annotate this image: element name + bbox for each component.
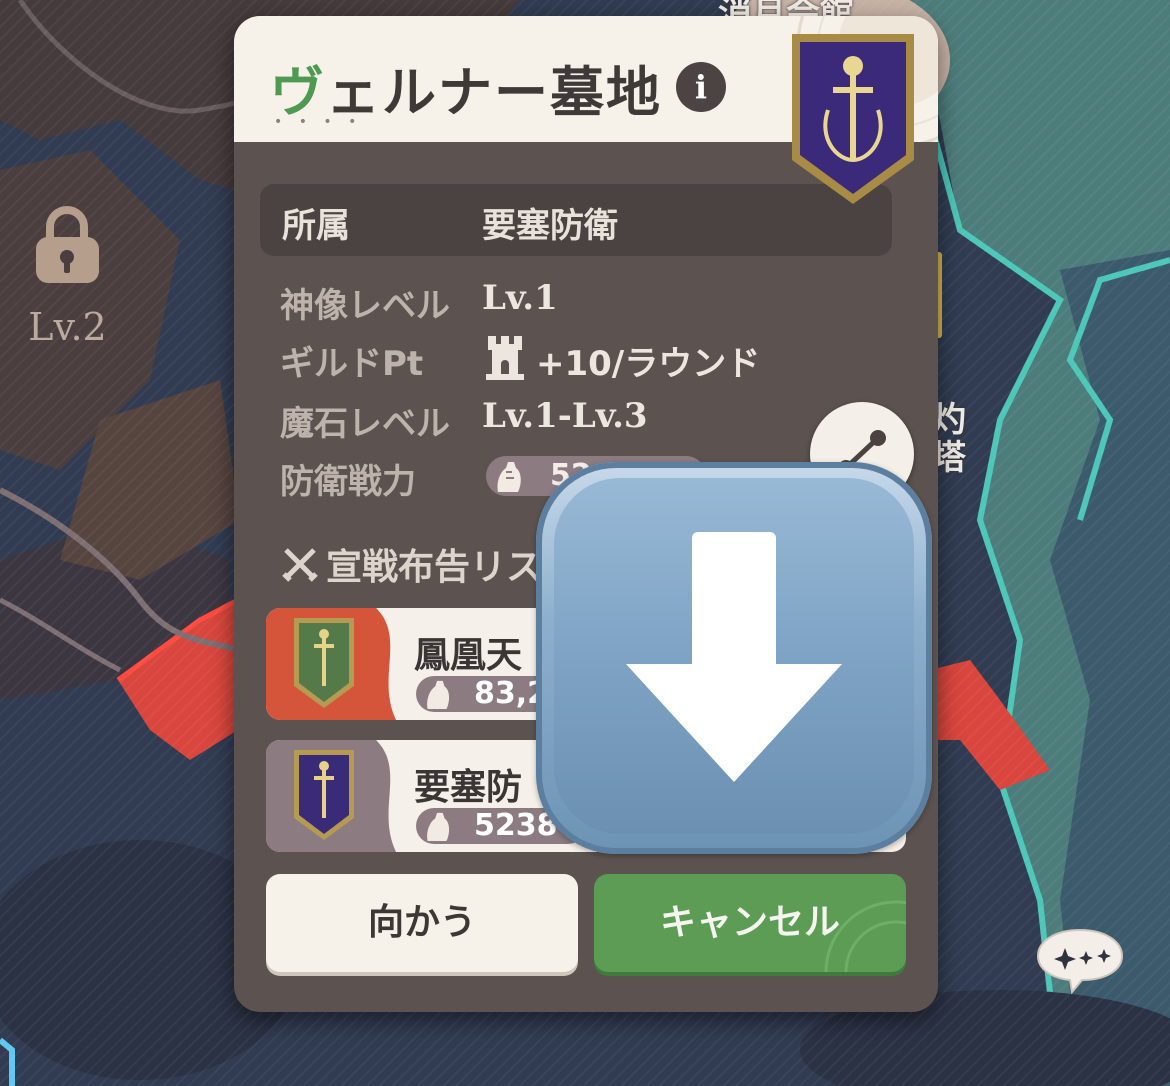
crossed-swords-icon bbox=[282, 548, 318, 582]
locked-node[interactable] bbox=[30, 205, 105, 289]
tower-icon bbox=[486, 336, 524, 380]
go-button[interactable]: 向かう bbox=[266, 874, 578, 972]
guild-pt-value: +10/ラウンド bbox=[536, 344, 761, 384]
war-declaration-list-title: 宣戦布告リス bbox=[326, 547, 543, 588]
download-arrow-overlay[interactable] bbox=[536, 462, 932, 854]
guild-pt-label: ギルドPt bbox=[280, 344, 424, 384]
title-rest: ェルナー墓地 bbox=[326, 61, 662, 124]
cancel-button[interactable]: キャンセル bbox=[594, 874, 906, 972]
lock-icon bbox=[36, 206, 99, 283]
magic-stone-label: 魔石レベル bbox=[280, 404, 450, 444]
sparkle-chat-icon bbox=[1036, 928, 1124, 995]
guild-name: 要塞防 bbox=[414, 767, 523, 808]
affiliation-label: 所属 bbox=[282, 206, 350, 246]
fist-icon bbox=[497, 462, 521, 492]
fist-icon bbox=[427, 812, 450, 842]
magic-stone-value: Lv.1-Lv.3 bbox=[482, 396, 648, 436]
down-arrow-icon bbox=[626, 532, 842, 782]
defense-power-label: 防衛戦力 bbox=[280, 462, 416, 502]
statue-level-label: 神像レベル bbox=[280, 286, 450, 326]
green-guild-crest-icon bbox=[294, 618, 354, 708]
affiliation-value: 要塞防衛 bbox=[482, 206, 618, 246]
fist-icon bbox=[427, 680, 450, 710]
chat-button[interactable] bbox=[1036, 926, 1124, 996]
guild-power: 5238 bbox=[474, 808, 558, 843]
header-dots: • • • • bbox=[274, 114, 363, 130]
purple-guild-crest-icon bbox=[294, 750, 354, 840]
guild-emblem-icon bbox=[792, 34, 914, 204]
statue-level-value: Lv.1 bbox=[482, 278, 558, 318]
guild-name: 鳳凰天 bbox=[414, 635, 523, 676]
lock-level-label: Lv.2 bbox=[28, 305, 107, 349]
info-icon[interactable]: i bbox=[676, 62, 726, 112]
cancel-button-label: キャンセル bbox=[659, 902, 840, 943]
